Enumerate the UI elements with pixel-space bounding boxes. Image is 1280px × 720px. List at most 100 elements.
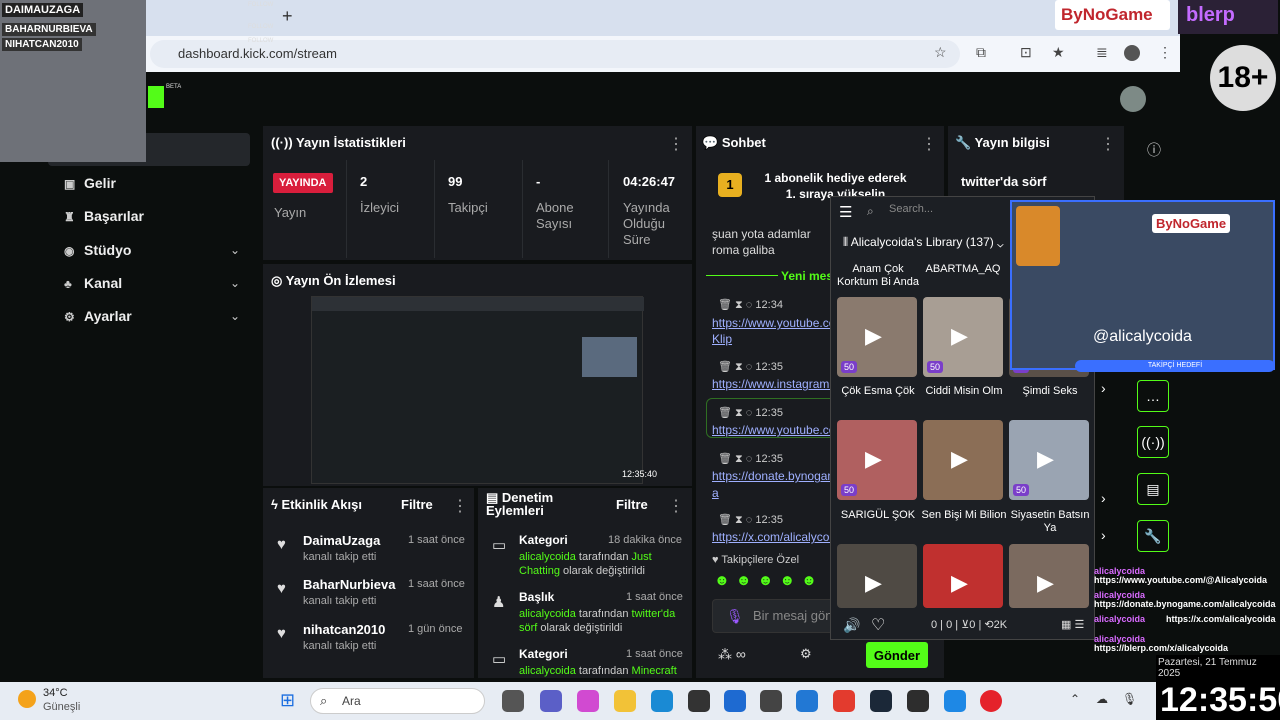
play-icon: ▶ — [951, 570, 968, 595]
preview-cam — [582, 337, 637, 377]
taskbar-search[interactable] — [310, 688, 485, 714]
chevron-right-icon[interactable]: › — [1101, 380, 1106, 396]
chevron-down-icon[interactable]: ⌄ — [230, 309, 240, 323]
chat-link[interactable]: https://www.youtube.com/... — [712, 315, 830, 331]
chevron-down-icon[interactable]: ⌄ — [230, 276, 240, 290]
extensions-icon[interactable]: ⧉ — [976, 44, 986, 61]
chat-link[interactable]: https://www.instagram.com/... — [712, 376, 830, 392]
emote-row[interactable]: ☻☻☻☻☻ — [714, 572, 823, 589]
more-menu-icon[interactable]: ⋮ — [668, 134, 684, 154]
trash-icon[interactable]: 🗑 — [718, 299, 732, 311]
hamburger-menu-icon[interactable]: ☰ — [839, 203, 852, 221]
new-tab-button[interactable]: + — [282, 6, 293, 27]
more-menu-icon[interactable]: ⋮ — [1100, 134, 1116, 154]
network-icon[interactable]: ☁ — [1096, 692, 1108, 706]
teams-icon[interactable] — [540, 690, 562, 712]
more-menu-icon[interactable]: ⋮ — [668, 496, 684, 516]
gear-icon[interactable]: ⚙ — [800, 646, 812, 662]
blerp-tile[interactable]: ▶ — [923, 544, 1003, 608]
blerp-search-input[interactable]: Search... — [889, 203, 933, 215]
sidebar-item-basarilar[interactable]: ♜ Başarılar — [64, 208, 144, 224]
chat-link[interactable]: https://donate.bynogame.com/... — [712, 468, 830, 484]
task-view-icon[interactable] — [502, 690, 524, 712]
store-icon[interactable] — [724, 690, 746, 712]
more-menu-icon[interactable]: ⋮ — [1158, 44, 1172, 61]
activity-filter-button[interactable]: Filtre — [401, 497, 433, 512]
playlist-icon[interactable]: ≣ — [1096, 44, 1108, 61]
tray-chevron-icon[interactable]: ⌃ — [1070, 692, 1080, 706]
profile-icon[interactable] — [1124, 45, 1140, 61]
weather-condition[interactable]: Güneşli — [43, 701, 80, 713]
layout-icon[interactable]: ▤ — [1137, 473, 1169, 505]
chat-link[interactable]: https://www.youtube.com/... — [712, 422, 830, 438]
opera-icon[interactable] — [980, 690, 1002, 712]
mod-user-link[interactable]: alicalycoida — [519, 608, 576, 620]
sidebar-item-kanal[interactable]: ♣ Kanal — [64, 275, 122, 291]
trash-icon[interactable]: 🗑 — [718, 361, 732, 373]
broadcast-icon[interactable]: ((·)) — [1137, 426, 1169, 458]
chevron-right-icon[interactable]: › — [1101, 490, 1106, 506]
gift-rank-badge: 1 — [718, 173, 742, 197]
blerp-tile[interactable]: ▶50 — [923, 297, 1003, 377]
play-icon: ▶ — [1037, 446, 1054, 471]
chat-message-text: şuan yota adamlar roma galiba — [712, 227, 811, 257]
new-messages-divider — [706, 275, 778, 276]
file-explorer-icon[interactable] — [614, 690, 636, 712]
blerp-tile[interactable]: ▶ — [837, 544, 917, 608]
sidebar-item-gelir[interactable]: ▣ Gelir — [64, 175, 116, 191]
kick-logo[interactable] — [148, 86, 164, 108]
heart-outline-icon[interactable]: ♡ — [871, 615, 885, 635]
chevron-right-icon[interactable]: › — [1101, 527, 1106, 543]
blerp-tile[interactable]: ▶50 — [837, 297, 917, 377]
library-selector[interactable]: ⫴ Alicalycoida's Library (137) ⌄ — [843, 235, 1004, 250]
microphone-icon[interactable]: 🎙 — [1122, 692, 1137, 706]
stream-preview-video[interactable]: 12:35:40 — [311, 296, 657, 484]
stream-title-value[interactable]: twitter'da sörf — [961, 174, 1046, 189]
bookmark-star-icon[interactable]: ☆ — [934, 44, 947, 61]
edge-icon[interactable] — [651, 690, 673, 712]
chat-link[interactable]: https://x.com/alicalycoida — [712, 529, 830, 545]
chat-link[interactable]: a — [712, 485, 719, 501]
mod-user-link[interactable]: alicalycoida — [519, 551, 576, 563]
start-menu-icon[interactable]: ⊞ — [280, 690, 295, 711]
steam-icon[interactable] — [870, 690, 892, 712]
user-avatar[interactable] — [1120, 86, 1146, 112]
obs-icon[interactable] — [760, 690, 782, 712]
more-menu-icon[interactable]: ⋮ — [452, 496, 468, 516]
microphone-icon[interactable]: 🎙 — [726, 608, 744, 625]
trash-icon[interactable]: 🗑 — [718, 514, 732, 526]
blerp-tile[interactable]: ▶50 — [1009, 420, 1089, 500]
sidebar-item-studyo[interactable]: ◉ Stüdyo — [64, 242, 131, 258]
vscode-icon[interactable] — [796, 690, 818, 712]
more-menu-icon[interactable]: ⋮ — [921, 134, 937, 154]
info-icon[interactable]: ⓘ — [1147, 140, 1161, 160]
wrench-icon[interactable]: 🔧 — [1137, 520, 1169, 552]
snip-icon[interactable] — [944, 690, 966, 712]
weather-icon[interactable] — [18, 690, 36, 708]
send-button[interactable]: Gönder — [866, 642, 928, 668]
blerp-tile[interactable]: ▶50 — [837, 420, 917, 500]
copilot-icon[interactable] — [577, 690, 599, 712]
blerp-tile[interactable]: ▶ — [1009, 544, 1089, 608]
app-icon[interactable] — [688, 690, 710, 712]
sidebar-item-ayarlar[interactable]: ⚙ Ayarlar — [64, 308, 132, 324]
chat-bubble-icon[interactable]: … — [1137, 380, 1169, 412]
url-text[interactable]: dashboard.kick.com/stream — [178, 46, 337, 61]
weather-temp[interactable]: 34°C — [43, 687, 68, 699]
volume-icon[interactable]: 🔊 — [843, 617, 860, 634]
blerp-tile[interactable]: ▶ — [923, 420, 1003, 500]
grid-view-icon[interactable]: ▦ ☰ — [1061, 618, 1084, 631]
chrome-icon[interactable] — [833, 690, 855, 712]
moderation-filter-button[interactable]: Filtre — [616, 497, 648, 512]
chat-link[interactable]: Klip — [712, 331, 732, 347]
trash-icon[interactable]: 🗑 — [718, 407, 732, 419]
trash-icon[interactable]: 🗑 — [718, 453, 732, 465]
preview-timestamp: 12:35:40 — [622, 469, 658, 479]
screenshot-icon[interactable]: ⊡ — [1020, 44, 1032, 61]
emote-menu-icon[interactable]: ⁂ ∞ — [718, 646, 746, 663]
library-icon: ⫴ — [843, 235, 851, 249]
chevron-down-icon[interactable]: ⌄ — [230, 243, 240, 257]
mod-user-link[interactable]: alicalycoida — [519, 665, 576, 677]
minecraft-icon[interactable] — [907, 690, 929, 712]
bookmarks-icon[interactable]: ★ — [1052, 44, 1065, 61]
